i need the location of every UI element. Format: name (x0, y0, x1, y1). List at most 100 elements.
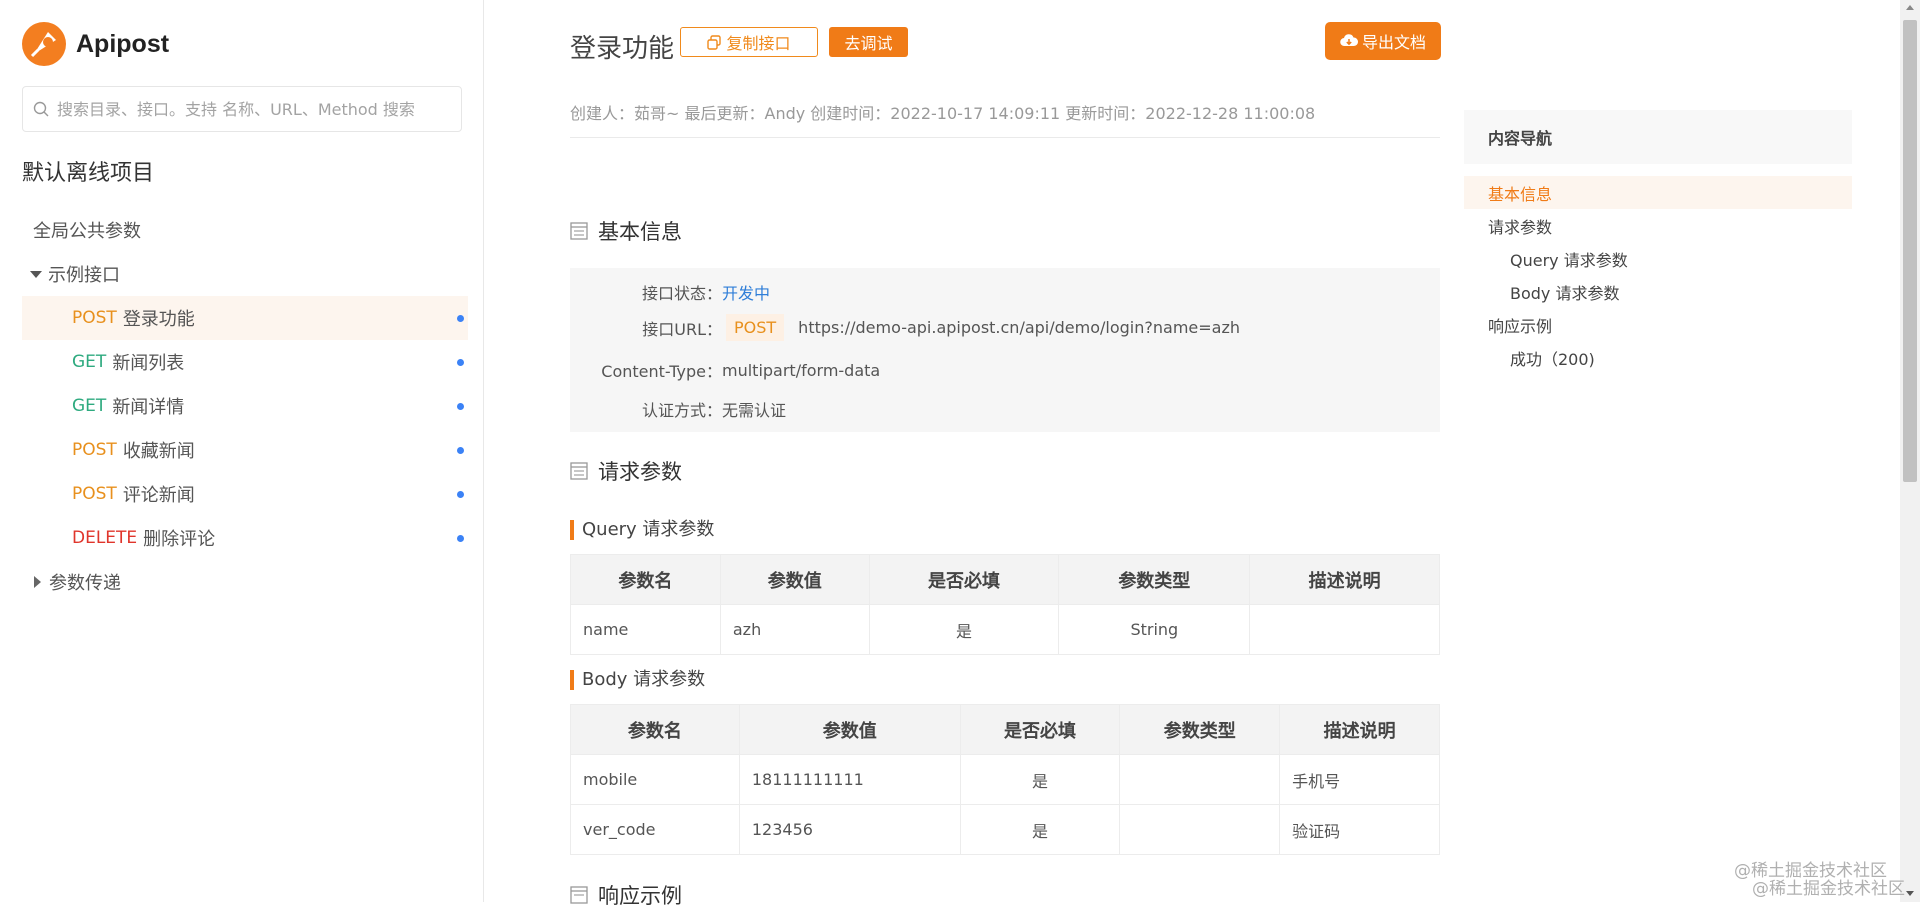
param-required: 是 (868, 604, 1060, 655)
toc-item[interactable]: 成功（200) (1464, 341, 1852, 374)
url-label: 接口URL： (642, 319, 722, 339)
param-desc (1249, 604, 1440, 655)
column-header: 参数名 (570, 704, 740, 755)
column-header: 是否必填 (959, 704, 1121, 755)
param-name: name (570, 604, 721, 655)
auth-value: 无需认证 (722, 401, 787, 420)
tree-item-label: 收藏新闻 (122, 441, 195, 462)
body-params-table: 参数名 参数值 是否必填 参数类型 描述说明 mobile 1811111111… (570, 704, 1440, 855)
status-row: 接口状态： 开发中 (570, 280, 770, 304)
method-badge: GET (72, 396, 107, 416)
sidebar: Apipost 默认离线项目 全局公共参数 示例接口 POST 登录功能 GET… (0, 0, 484, 902)
section-basic-info: 基本信息 (570, 216, 682, 246)
search-input[interactable] (57, 99, 457, 119)
content-type-value: multipart/form-data (722, 360, 881, 380)
scroll-thumb[interactable] (1903, 20, 1917, 482)
copy-icon (707, 34, 722, 50)
method-badge: POST (726, 314, 785, 341)
method-badge: POST (72, 484, 117, 504)
param-required: 是 (959, 754, 1121, 805)
table-row: ver_code 123456 是 验证码 (570, 804, 1440, 855)
param-value: 123456 (738, 804, 961, 855)
table-row: mobile 18111111111 是 手机号 (570, 754, 1440, 805)
page-title: 登录功能 (570, 34, 675, 64)
param-value: 18111111111 (738, 754, 961, 805)
copy-api-button[interactable]: 复制接口 (680, 27, 818, 57)
param-name: ver_code (570, 804, 740, 855)
method-badge: POST (72, 440, 117, 460)
cloud-download-icon (1340, 34, 1358, 47)
toc-item[interactable]: Body 请求参数 (1464, 275, 1852, 308)
toc-item[interactable]: 响应示例 (1464, 308, 1852, 341)
column-header: 参数值 (738, 704, 961, 755)
param-name: mobile (570, 754, 740, 805)
tree-folder-examples[interactable]: 示例接口 (22, 252, 468, 296)
column-header: 参数名 (570, 554, 721, 605)
document-icon (570, 222, 588, 240)
param-type (1119, 804, 1281, 855)
tree-folder-params[interactable]: 参数传递 (22, 560, 468, 604)
caret-right-icon (34, 576, 41, 588)
export-doc-button[interactable]: 导出文档 (1325, 22, 1441, 60)
method-badge: GET (72, 352, 107, 372)
meta-info: 创建人：茹哥~ 最后更新：Andy 创建时间：2022-10-17 14:09:… (570, 104, 1316, 123)
tree-item-label: 登录功能 (122, 309, 195, 330)
debug-button[interactable]: 去调试 (829, 27, 908, 57)
toc-item[interactable]: Query 请求参数 (1464, 242, 1852, 275)
api-tree: 全局公共参数 示例接口 POST 登录功能 GET 新闻列表 GET 新闻详情 … (22, 208, 468, 604)
divider (570, 137, 1440, 138)
tree-item-api[interactable]: POST 评论新闻 (22, 472, 468, 516)
apipost-logo-icon (22, 22, 66, 66)
tree-folder-label: 示例接口 (48, 265, 120, 286)
tree-item-api[interactable]: GET 新闻详情 (22, 384, 468, 428)
content-nav-title: 内容导航 (1464, 110, 1852, 164)
tree-item-label: 全局公共参数 (33, 221, 141, 242)
vertical-scrollbar[interactable] (1900, 0, 1920, 902)
tree-item-api[interactable]: GET 新闻列表 (22, 340, 468, 384)
param-desc: 验证码 (1279, 804, 1440, 855)
content-type-row: Content-Type： multipart/form-data (570, 358, 880, 382)
tree-item-label: 新闻列表 (112, 353, 185, 374)
param-desc: 手机号 (1279, 754, 1440, 805)
tree-item-global-params[interactable]: 全局公共参数 (22, 208, 468, 252)
url-value[interactable]: https://demo-api.apipost.cn/api/demo/log… (798, 318, 1240, 337)
query-params-heading: Query 请求参数 (570, 520, 714, 540)
brand[interactable]: Apipost (22, 21, 169, 67)
search-box[interactable] (22, 86, 462, 132)
project-title: 默认离线项目 (22, 161, 155, 186)
status-dot-icon (457, 447, 464, 454)
tree-item-api[interactable]: POST 收藏新闻 (22, 428, 468, 472)
column-header: 描述说明 (1249, 554, 1440, 605)
section-title: 请求参数 (598, 460, 682, 484)
param-value: azh (719, 604, 870, 655)
status-dot-icon (457, 359, 464, 366)
column-header: 参数类型 (1058, 554, 1251, 605)
toc-item[interactable]: 基本信息 (1464, 176, 1852, 209)
content-type-label: Content-Type： (601, 362, 722, 381)
tree-item-api[interactable]: POST 登录功能 (22, 296, 468, 340)
auth-label: 认证方式： (641, 401, 722, 420)
column-header: 描述说明 (1279, 704, 1440, 755)
search-icon (33, 101, 49, 117)
watermark: @稀土掘金技术社区 (1752, 879, 1905, 899)
basic-info-box: 接口状态： 开发中 接口URL： POST https://demo-api.a… (570, 268, 1440, 432)
tree-item-api[interactable]: DELETE 删除评论 (22, 516, 468, 560)
param-type (1119, 754, 1281, 805)
document-icon (570, 886, 588, 904)
status-dot-icon (457, 535, 464, 542)
table-header-row: 参数名 参数值 是否必填 参数类型 描述说明 (570, 554, 1440, 605)
method-badge: DELETE (72, 528, 138, 548)
auth-row: 认证方式： 无需认证 (570, 397, 786, 421)
tree-item-label: 删除评论 (143, 529, 216, 550)
column-header: 参数值 (719, 554, 870, 605)
status-dot-icon (457, 403, 464, 410)
scroll-up-icon[interactable] (1906, 5, 1914, 10)
status-value: 开发中 (722, 284, 771, 303)
status-dot-icon (457, 491, 464, 498)
document-icon (570, 462, 588, 480)
export-doc-label: 导出文档 (1361, 33, 1426, 52)
section-title: 基本信息 (598, 220, 682, 244)
toc-item[interactable]: 请求参数 (1464, 209, 1852, 242)
column-header: 参数类型 (1119, 704, 1281, 755)
scroll-down-icon[interactable] (1906, 891, 1914, 896)
